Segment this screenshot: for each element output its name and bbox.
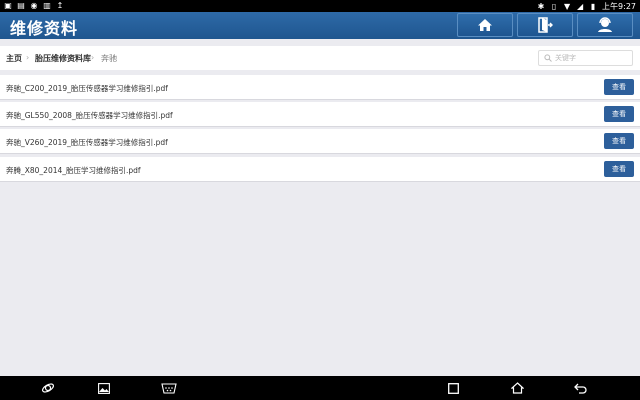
file-row[interactable]: 奔驰_GL550_2008_胎压传感器学习维修指引.pdf 查看 — [0, 102, 640, 127]
signal-icon: ◢ — [576, 2, 584, 11]
bluetooth-icon: ✱ — [537, 2, 545, 11]
system-nav-bar — [0, 376, 640, 400]
upload-icon: ↥ — [56, 1, 64, 10]
status-bar: ▣ ▤ ◉ ▥ ↥ ✱ ▯ ▼ ◢ ▮ 上午9:27 — [0, 0, 640, 12]
search-icon — [544, 54, 552, 62]
vci-icon — [161, 383, 177, 394]
vci-button[interactable] — [161, 380, 177, 396]
home-icon — [478, 19, 492, 31]
image-notification-icon: ▤ — [17, 1, 25, 10]
exit-button[interactable] — [517, 13, 573, 37]
file-name: 奔驰_GL550_2008_胎压传感器学习维修指引.pdf — [6, 111, 173, 120]
vibrate-icon: ▯ — [551, 2, 557, 11]
browser-button[interactable] — [40, 380, 56, 396]
breadcrumb-library[interactable]: 胎压维修资料库 — [35, 53, 91, 64]
file-notification-icon: ▥ — [43, 1, 51, 10]
recents-button[interactable] — [445, 380, 461, 396]
wifi-icon: ▼ — [563, 2, 571, 11]
search-box[interactable] — [538, 50, 633, 66]
view-button[interactable]: 查看 — [604, 161, 634, 177]
breadcrumb-home[interactable]: 主页 — [6, 53, 22, 64]
gallery-icon — [98, 382, 110, 394]
file-name: 奔驰_C200_2019_胎压传感器学习维修指引.pdf — [6, 84, 168, 93]
file-name: 奔腾_X80_2014_胎压学习维修指引.pdf — [6, 166, 141, 175]
file-row[interactable]: 奔驰_V260_2019_胎压传感器学习维修指引.pdf 查看 — [0, 129, 640, 154]
support-icon — [598, 17, 612, 32]
breadcrumb: 主页 › 胎压维修资料库 › 奔驰 — [0, 46, 640, 70]
file-name: 奔驰_V260_2019_胎压传感器学习维修指引.pdf — [6, 138, 168, 147]
app-title: 维修资料 — [10, 19, 79, 38]
home-outline-icon — [510, 382, 524, 394]
file-row[interactable]: 奔驰_C200_2019_胎压传感器学习维修指引.pdf 查看 — [0, 75, 640, 100]
view-button[interactable]: 查看 — [604, 133, 634, 149]
home-button[interactable] — [457, 13, 513, 37]
view-button[interactable]: 查看 — [604, 79, 634, 95]
breadcrumb-separator-icon: › — [91, 53, 95, 62]
search-input[interactable] — [555, 53, 629, 63]
back-icon — [574, 383, 587, 394]
support-button[interactable] — [577, 13, 633, 37]
breadcrumb-current: 奔驰 — [101, 54, 117, 63]
app-notification-icon: ▣ — [4, 1, 12, 10]
exit-icon — [538, 17, 553, 33]
sync-notification-icon: ◉ — [30, 1, 38, 10]
clock: 上午9:27 — [602, 2, 636, 11]
view-button[interactable]: 查看 — [604, 106, 634, 122]
recents-icon — [447, 382, 459, 394]
battery-icon: ▮ — [590, 2, 596, 11]
breadcrumb-separator-icon: › — [26, 53, 30, 62]
home-nav-button[interactable] — [509, 380, 525, 396]
file-row[interactable]: 奔腾_X80_2014_胎压学习维修指引.pdf 查看 — [0, 157, 640, 182]
app-bar: 维修资料 — [0, 12, 640, 39]
back-button[interactable] — [573, 380, 589, 396]
orbit-icon — [41, 383, 55, 393]
gallery-button[interactable] — [96, 380, 112, 396]
